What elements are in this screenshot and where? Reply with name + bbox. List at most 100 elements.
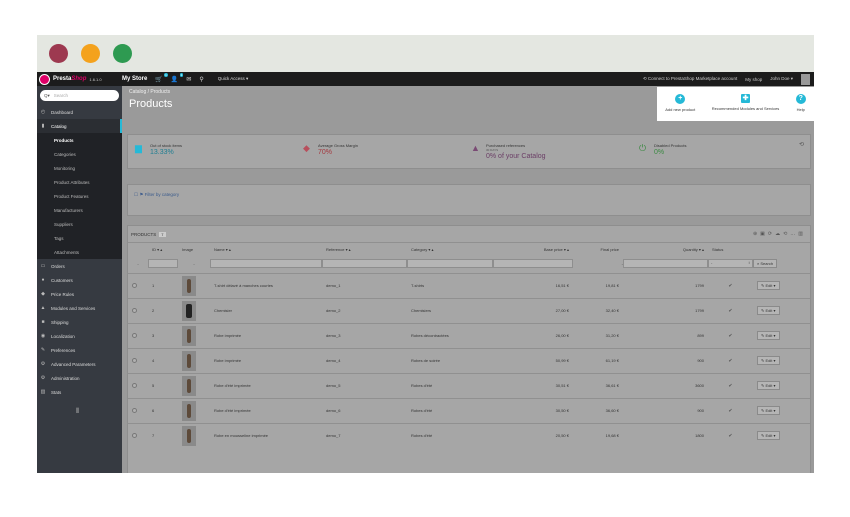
table-row[interactable]: 2 Chemisier demo_2 Chemisiers 27,00 € 32… [128,297,810,323]
sidebar-sub-attachments[interactable]: Attachments [37,245,122,259]
caret-down-icon[interactable]: ▾ [774,308,776,313]
table-row[interactable]: 4 Robe imprimée demo_4 Robes de soirée 5… [128,347,810,373]
sidebar-item-catalog[interactable]: ▮ Catalog [37,119,122,133]
marketplace-connect-link[interactable]: ⟲ Connect to PrestaShop Marketplace acco… [643,76,737,82]
sidebar-sub-product-attributes[interactable]: Product Attributes [37,175,122,189]
row-checkbox[interactable] [132,358,137,363]
user-menu[interactable]: John Doe ▾ [770,76,793,82]
row-checkbox[interactable] [132,283,137,288]
caret-down-icon[interactable]: ▾ [774,408,776,413]
col-category[interactable]: Category ▾ ▴ [407,243,493,255]
sidebar-item-advanced[interactable]: ⚙ Advanced Parameters [37,357,122,371]
panel-toolbar-icons[interactable]: ⊕▣⟳☁⟲…▥ [753,231,806,237]
col-quantity[interactable]: Quantity ▾ ▴ [623,243,708,255]
kpi-purchased-references[interactable]: ▲ Purchased references 30 DAYS 0% of you… [471,143,546,160]
collapse-menu-icon[interactable]: ⦀ [76,408,79,416]
sidebar-item-price-rules[interactable]: ◆ Price Rules [37,287,122,301]
kpi-out-of-stock[interactable]: ▆ Out of stock items 13.33% [135,143,182,156]
store-name[interactable]: My Store [122,76,147,82]
table-row[interactable]: 1 T-shirt délavé à manches courtes demo_… [128,272,810,298]
sidebar-sub-suppliers[interactable]: Suppliers [37,217,122,231]
window-chrome [37,35,814,72]
status-enabled-icon[interactable]: ✔ [728,283,732,289]
status-enabled-icon[interactable]: ✔ [728,333,732,339]
my-shop-link[interactable]: My shop [745,77,762,82]
filter-base-price-input[interactable] [493,259,573,269]
help-button[interactable]: ? Help [795,94,806,112]
col-base-price[interactable]: Base price ▾ ▴ [493,243,573,255]
status-enabled-icon[interactable]: ✔ [728,308,732,314]
browser-window: PrestaShop 1.6.1.0 My Store 🛒 1 👤 1 ✉ ⚲ Qu… [37,35,814,473]
sidebar-item-stats[interactable]: ▥ Stats [37,385,122,399]
search-input[interactable]: Q▾ Search [40,90,119,101]
edit-button[interactable]: ✎ Edit ▾ [757,406,780,415]
edit-button[interactable]: ✎ Edit ▾ [757,381,780,390]
caret-down-icon[interactable]: ▾ [774,383,776,388]
table-row[interactable]: 3 Robe imprimée demo_3 Robes décontracté… [128,322,810,348]
cart-icon[interactable]: 🛒 1 [155,72,168,83]
filter-reference-input[interactable] [322,259,407,269]
sidebar-item-preferences[interactable]: ✎ Preferences [37,343,122,357]
caret-down-icon[interactable]: ▾ [774,433,776,438]
refresh-kpi-icon[interactable]: ⟲ [799,141,804,148]
filter-category-input[interactable] [407,259,493,269]
sidebar-sub-manufacturers[interactable]: Manufacturers [37,203,122,217]
edit-button[interactable]: ✎ Edit ▾ [757,356,780,365]
status-enabled-icon[interactable]: ✔ [728,433,732,439]
prestashop-logo[interactable]: PrestaShop 1.6.1.0 [37,73,122,85]
orders-icon: ▭ [40,263,46,269]
edit-button[interactable]: ✎ Edit ▾ [757,281,780,290]
edit-button[interactable]: ✎ Edit ▾ [757,431,780,441]
row-checkbox[interactable] [132,433,137,439]
row-checkbox[interactable] [132,333,137,338]
status-enabled-icon[interactable]: ✔ [728,358,732,364]
maximize-window-button[interactable] [113,44,132,63]
sidebar-item-dashboard[interactable]: ◴ Dashboard [37,105,122,119]
col-reference[interactable]: Reference ▾ ▴ [322,243,407,255]
search-button[interactable]: ⌕ Search [753,259,778,269]
add-new-product-button[interactable]: + Add new product [665,94,695,112]
sidebar-item-shipping[interactable]: ■ Shipping [37,315,122,329]
sidebar-item-localization[interactable]: ◉ Localization [37,329,122,343]
kpi-disabled-products[interactable]: ⏻ Disabled Products 0% [639,143,686,156]
row-checkbox[interactable] [132,408,137,413]
status-enabled-icon[interactable]: ✔ [728,408,732,414]
filter-status-select[interactable]: - ↕ [708,259,753,269]
status-enabled-icon[interactable]: ✔ [728,383,732,389]
table-row[interactable]: 5 Robe d'été imprimée demo_5 Robes d'été… [128,372,810,398]
edit-button[interactable]: ✎ Edit ▾ [757,306,780,315]
sidebar-sub-product-features[interactable]: Product Features [37,189,122,203]
mail-icon[interactable]: ✉ [186,76,191,83]
avatar[interactable] [801,73,810,85]
user-icon[interactable]: 👤 1 [171,72,184,83]
row-checkbox[interactable] [132,383,137,388]
caret-down-icon[interactable]: ▾ [774,333,776,338]
minimize-window-button[interactable] [81,44,100,63]
close-window-button[interactable] [49,44,68,63]
sidebar-item-administration[interactable]: ⚙ Administration [37,371,122,385]
kpi-gross-margin[interactable]: ◆ Average Gross Margin 70% [303,143,358,156]
row-checkbox[interactable] [132,308,137,313]
sidebar-item-modules[interactable]: ▲ Modules and Services [37,301,122,315]
sidebar-sub-categories[interactable]: Categories [37,147,122,161]
sidebar-sub-monitoring[interactable]: Monitoring [37,161,122,175]
sidebar-item-orders[interactable]: ▭ Orders [37,259,122,273]
filter-quantity-input[interactable] [623,259,708,269]
filter-id-input[interactable] [148,259,178,269]
sidebar-sub-products[interactable]: Products [37,133,122,147]
modules-icon: ▲ [40,305,46,311]
filter-name-input[interactable] [210,259,322,269]
col-id[interactable]: ID ▾ ▴ [148,243,178,255]
sidebar-sub-tags[interactable]: Tags [37,231,122,245]
caret-down-icon[interactable]: ▾ [774,283,776,288]
col-name[interactable]: Name ▾ ▴ [210,243,322,255]
table-row[interactable]: 6 Robe d'été imprimée demo_6 Robes d'été… [128,397,810,423]
table-row[interactable]: 7 Robe en mousseline imprimée demo_7 Rob… [128,422,810,448]
quick-access-menu[interactable]: Quick Access ▾ [218,76,249,82]
caret-down-icon[interactable]: ▾ [774,358,776,363]
edit-button[interactable]: ✎ Edit ▾ [757,331,780,340]
filter-by-category[interactable]: ☐ ⚑ Filter by category [127,184,811,216]
pin-icon[interactable]: ⚲ [199,76,203,83]
sidebar-item-customers[interactable]: ● Customers [37,273,122,287]
recommended-modules-button[interactable]: ✚ Recommended Modules and Services [712,94,779,111]
